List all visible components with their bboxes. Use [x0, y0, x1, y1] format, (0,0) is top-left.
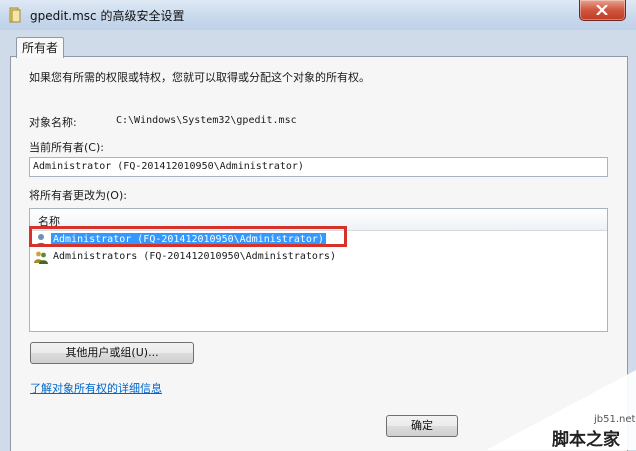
change-owner-label: 将所有者更改为(O): — [29, 189, 127, 202]
window-title: gpedit.msc 的高级安全设置 — [30, 9, 185, 23]
current-owner-value: Administrator (FQ-201412010950\Administr… — [33, 161, 304, 172]
document-icon — [9, 7, 21, 23]
object-name-value: C:\Windows\System32\gpedit.msc — [116, 115, 297, 126]
list-item[interactable]: Administrators (FQ-201412010950\Administ… — [34, 249, 354, 265]
tab-owner[interactable]: 所有者 — [16, 37, 64, 58]
other-users-button[interactable]: 其他用户或组(U)... — [30, 342, 194, 364]
intro-text: 如果您有所需的权限或特权，您就可以取得或分配这个对象的所有权。 — [29, 71, 370, 84]
close-button[interactable] — [579, 0, 626, 21]
ownership-help-link[interactable]: 了解对象所有权的详细信息 — [30, 380, 162, 396]
ok-button[interactable]: 确定 — [386, 415, 458, 437]
object-name-label: 对象名称: — [29, 116, 77, 129]
list-item-label: Administrators (FQ-201412010950\Administ… — [53, 251, 336, 262]
current-owner-field[interactable]: Administrator (FQ-201412010950\Administr… — [29, 157, 608, 177]
group-icon — [34, 251, 48, 264]
current-owner-label: 当前所有者(C): — [29, 141, 104, 154]
title-bar: gpedit.msc 的高级安全设置 — [0, 0, 636, 30]
close-icon — [596, 5, 608, 15]
highlight-box — [29, 226, 347, 247]
